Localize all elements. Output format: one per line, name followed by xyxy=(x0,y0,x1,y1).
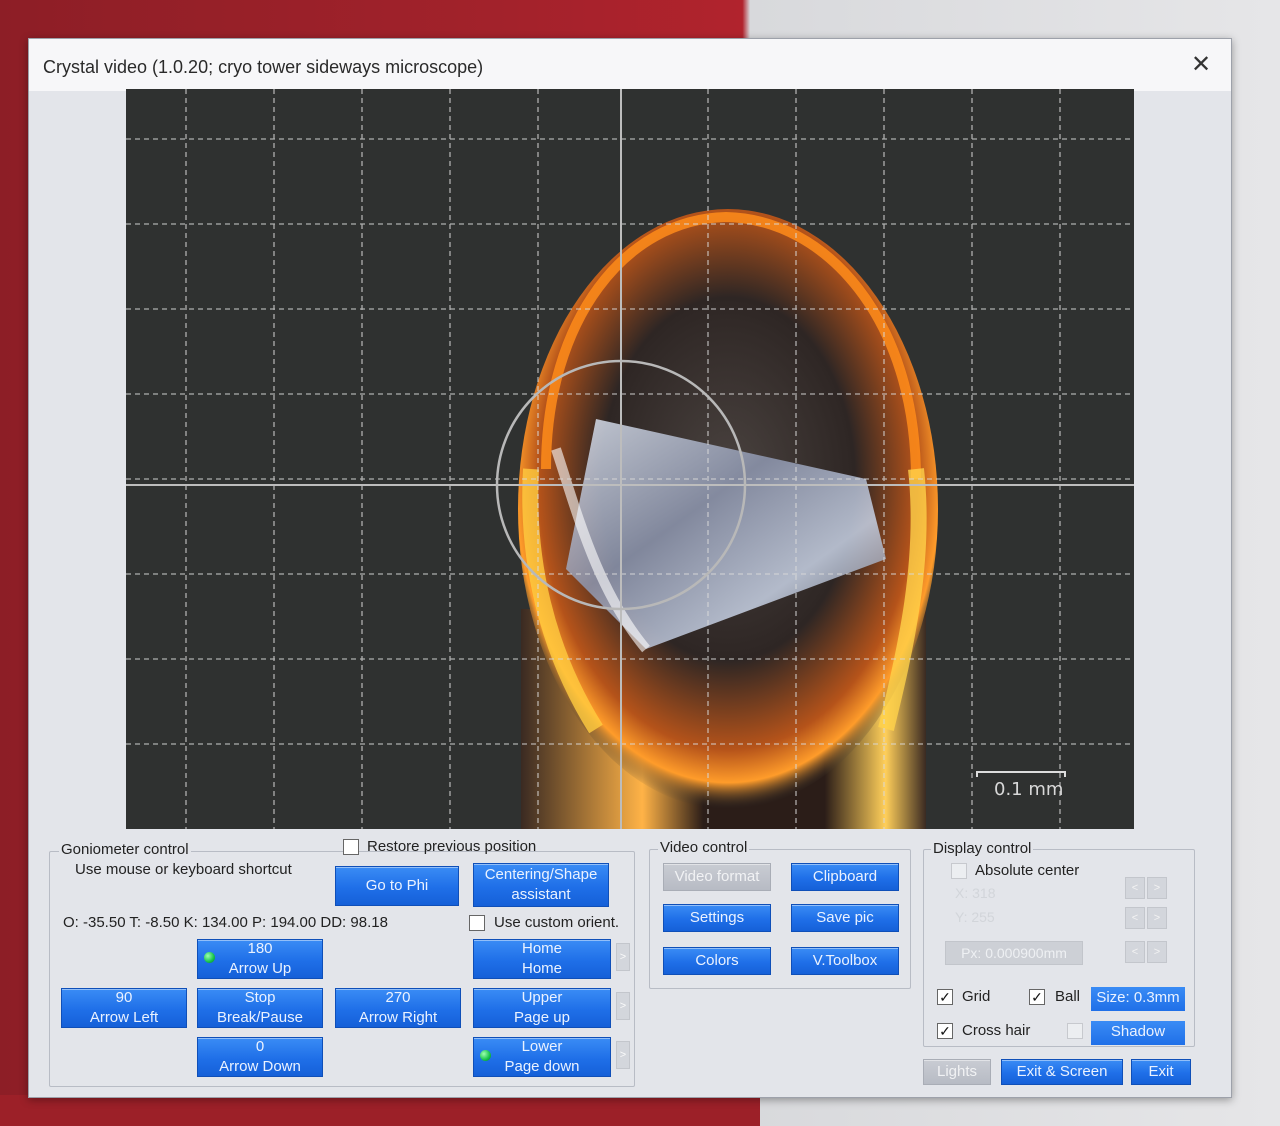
rotate-270-label-2: Arrow Right xyxy=(358,1009,438,1026)
exit-button[interactable]: Exit xyxy=(1131,1059,1191,1085)
centering-label-1: Centering/Shape xyxy=(484,866,598,883)
px-nudge-left[interactable]: < xyxy=(1125,941,1145,963)
video-format-label: Video format xyxy=(674,868,760,885)
exit-label: Exit xyxy=(1148,1063,1174,1080)
ball-label: Ball xyxy=(1055,988,1081,1005)
home-label-1: Home xyxy=(521,940,562,957)
home-label-2: Home xyxy=(521,960,562,977)
exit-and-screen-label: Exit & Screen xyxy=(1016,1063,1108,1080)
clipboard-button[interactable]: Clipboard xyxy=(791,863,899,891)
background-desk xyxy=(0,1095,760,1126)
lights-label: Lights xyxy=(936,1063,978,1080)
exit-and-screen-button[interactable]: Exit & Screen xyxy=(1001,1059,1123,1085)
pixel-size-field[interactable]: Px: 0.000900mm xyxy=(945,941,1083,965)
custom-orient-checkbox[interactable] xyxy=(469,915,485,931)
grid-label: Grid xyxy=(962,988,991,1005)
rotate-90-button[interactable]: 90 Arrow Left xyxy=(61,988,187,1028)
px-nudge-right[interactable]: > xyxy=(1147,941,1167,963)
colors-button[interactable]: Colors xyxy=(663,947,771,975)
shadow-checkbox[interactable] xyxy=(1067,1023,1083,1039)
lights-button[interactable]: Lights xyxy=(923,1059,991,1085)
stop-label-2: Break/Pause xyxy=(217,1009,303,1026)
y-nudge-left[interactable]: < xyxy=(1125,907,1145,929)
cross-hair-label: Cross hair xyxy=(962,1022,1031,1039)
settings-button[interactable]: Settings xyxy=(663,904,771,932)
lower-label-1: Lower xyxy=(521,1038,563,1055)
stop-label-1: Stop xyxy=(244,989,276,1006)
microscope-video-view[interactable]: 0.1 mm xyxy=(126,89,1134,829)
stop-button[interactable]: Stop Break/Pause xyxy=(197,988,323,1028)
video-format-button[interactable]: Video format xyxy=(663,863,771,891)
rotate-270-button[interactable]: 270 Arrow Right xyxy=(335,988,461,1028)
scale-label: 0.1 mm xyxy=(994,779,1064,800)
shadow-button[interactable]: Shadow xyxy=(1091,1021,1185,1045)
y-nudge-right[interactable]: > xyxy=(1147,907,1167,929)
save-pic-button[interactable]: Save pic xyxy=(791,904,899,932)
lower-button[interactable]: Lower Page down xyxy=(473,1037,611,1077)
centering-assistant-button[interactable]: Centering/Shape assistant xyxy=(473,863,609,907)
restore-position-checkbox[interactable] xyxy=(343,839,359,855)
scale-bar xyxy=(976,771,1066,777)
v-toolbox-label: V.Toolbox xyxy=(812,952,878,969)
custom-orient-label: Use custom orient. xyxy=(494,914,620,931)
centering-label-2: assistant xyxy=(511,886,571,903)
x-nudge-left[interactable]: < xyxy=(1125,877,1145,899)
upper-label-1: Upper xyxy=(521,989,563,1006)
v-toolbox-button[interactable]: V.Toolbox xyxy=(791,947,899,975)
goniometer-status: O: -35.50 T: -8.50 K: 134.00 P: 194.00 D… xyxy=(63,914,388,931)
home-side-arrow[interactable]: > xyxy=(616,943,630,971)
cross-hair-checkbox[interactable]: ✓ xyxy=(937,1023,953,1039)
lower-side-arrow[interactable]: > xyxy=(616,1041,630,1069)
colors-label: Colors xyxy=(695,952,739,969)
upper-button[interactable]: Upper Page up xyxy=(473,988,611,1028)
rotate-90-label-2: Arrow Left xyxy=(89,1009,159,1026)
close-icon[interactable]: ✕ xyxy=(1181,47,1221,83)
upper-label-2: Page up xyxy=(514,1009,570,1026)
settings-label: Settings xyxy=(689,909,745,926)
grid-checkbox[interactable]: ✓ xyxy=(937,989,953,1005)
x-offset-readout: X: 318 xyxy=(955,885,996,901)
upper-side-arrow[interactable]: > xyxy=(616,992,630,1020)
rotate-0-label-2: Arrow Down xyxy=(219,1058,301,1075)
ball-size-button[interactable]: Size: 0.3mm xyxy=(1091,987,1185,1011)
restore-position-label: Restore previous position xyxy=(367,838,537,855)
clipboard-label: Clipboard xyxy=(812,868,878,885)
video-control-group-label: Video control xyxy=(658,839,750,856)
y-offset-readout: Y: 255 xyxy=(955,909,995,925)
absolute-center-label: Absolute center xyxy=(975,862,1080,879)
x-nudge-right[interactable]: > xyxy=(1147,877,1167,899)
display-control-group-label: Display control xyxy=(931,840,1034,857)
save-pic-label: Save pic xyxy=(816,909,874,926)
absolute-center-checkbox[interactable] xyxy=(951,863,967,879)
ball-checkbox[interactable]: ✓ xyxy=(1029,989,1045,1005)
video-overlay xyxy=(126,89,1134,829)
lower-label-2: Page down xyxy=(504,1058,580,1075)
goniometer-hint: Use mouse or keyboard shortcut xyxy=(75,861,292,878)
rotate-90-label-1: 90 xyxy=(115,989,133,1006)
rotate-180-button[interactable]: 180 Arrow Up xyxy=(197,939,323,979)
go-to-phi-label: Go to Phi xyxy=(365,877,429,894)
rotate-270-label-1: 270 xyxy=(385,989,411,1006)
active-indicator-icon xyxy=(480,1050,491,1061)
go-to-phi-button[interactable]: Go to Phi xyxy=(335,866,459,906)
goniometer-group-label: Goniometer control xyxy=(59,841,191,858)
home-button[interactable]: Home Home xyxy=(473,939,611,979)
rotate-0-label-1: 0 xyxy=(255,1038,265,1055)
rotate-180-label-1: 180 xyxy=(247,940,273,957)
rotate-0-button[interactable]: 0 Arrow Down xyxy=(197,1037,323,1077)
crystal-video-window: Crystal video (1.0.20; cryo tower sidewa… xyxy=(28,38,1232,1098)
active-indicator-icon xyxy=(204,952,215,963)
window-title: Crystal video (1.0.20; cryo tower sidewa… xyxy=(43,57,484,77)
rotate-180-label-2: Arrow Up xyxy=(228,960,292,977)
title-bar: Crystal video (1.0.20; cryo tower sidewa… xyxy=(29,39,1231,91)
